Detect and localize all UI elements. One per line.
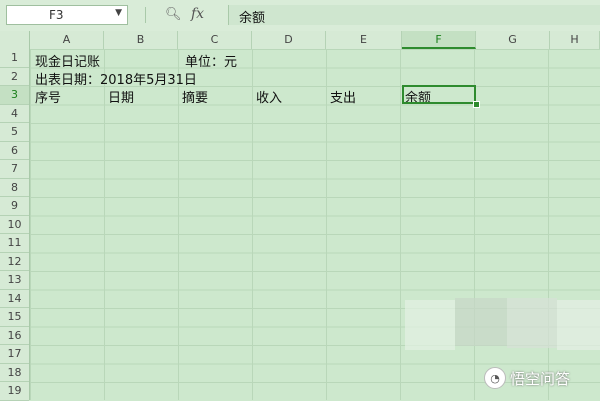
name-box[interactable]: F3 ▼ [6,5,128,25]
cell-a1[interactable]: 现金日记账 [35,51,100,70]
watermark-blur [455,298,507,346]
row-header-8[interactable]: 8 [0,179,29,197]
row-header-12[interactable]: 12 [0,253,29,271]
row-header-16[interactable]: 16 [0,327,29,345]
column-header-c[interactable]: C [178,31,252,49]
cell-e3[interactable]: 支出 [330,87,356,106]
row-header-13[interactable]: 13 [0,271,29,290]
cell-a3[interactable]: 序号 [35,87,61,106]
row-header-14[interactable]: 14 [0,290,29,308]
row-header-10[interactable]: 10 [0,216,29,234]
column-header-e[interactable]: E [326,31,402,49]
watermark-blur [557,300,600,350]
row-header-19[interactable]: 19 [0,382,29,401]
magnifier-icon[interactable]: 🔍︎ [165,7,182,22]
row-header-1[interactable]: 1 [0,49,29,68]
column-header-f[interactable]: F [402,31,476,49]
column-header-bar: ABCDEFGH [0,31,600,50]
wukong-logo-icon: ◔ [484,367,506,389]
row-header-18[interactable]: 18 [0,364,29,382]
row-header-9[interactable]: 9 [0,197,29,216]
watermark: ◔ 悟空问答 [484,365,570,391]
row-header-2[interactable]: 2 [0,68,29,86]
fill-handle[interactable] [473,101,480,108]
chevron-down-icon[interactable]: ▼ [115,8,122,18]
column-header-g[interactable]: G [476,31,550,49]
watermark-blur [405,300,455,350]
row-header-15[interactable]: 15 [0,308,29,327]
formula-input[interactable]: 余额 [228,5,600,26]
name-box-value: F3 [49,8,64,22]
row-header-3[interactable]: 3 [0,86,29,105]
row-header-7[interactable]: 7 [0,160,29,179]
column-header-d[interactable]: D [252,31,326,49]
row-header-17[interactable]: 17 [0,345,29,364]
row-header-bar: 1 2 3 4 5 6 7 8 9 10 11 12 13 14 15 16 17 18 19 [0,49,30,401]
column-header-a[interactable]: A [30,31,104,49]
row-header-5[interactable]: 5 [0,123,29,142]
watermark-blur [507,298,557,348]
cell-d3[interactable]: 收入 [256,87,282,106]
watermark-text: 悟空问答 [510,369,571,388]
cell-c3[interactable]: 摘要 [182,87,208,106]
column-header-h[interactable]: H [550,31,600,49]
row-header-6[interactable]: 6 [0,142,29,160]
selected-cell-border [402,85,476,104]
formula-bar: F3 ▼ 🔍︎ fx 余额 [0,0,600,32]
fx-icon[interactable]: fx [191,6,204,22]
cell-c1[interactable]: 单位：元 [185,51,237,70]
cell-b3[interactable]: 日期 [108,87,134,106]
formula-bar-divider [145,7,146,23]
row-header-11[interactable]: 11 [0,234,29,253]
cell-a2[interactable]: 出表日期：2018年5月31日 [35,69,197,88]
formula-value: 余额 [239,11,266,26]
column-header-b[interactable]: B [104,31,178,49]
select-all-corner[interactable] [0,31,30,49]
row-header-4[interactable]: 4 [0,105,29,123]
